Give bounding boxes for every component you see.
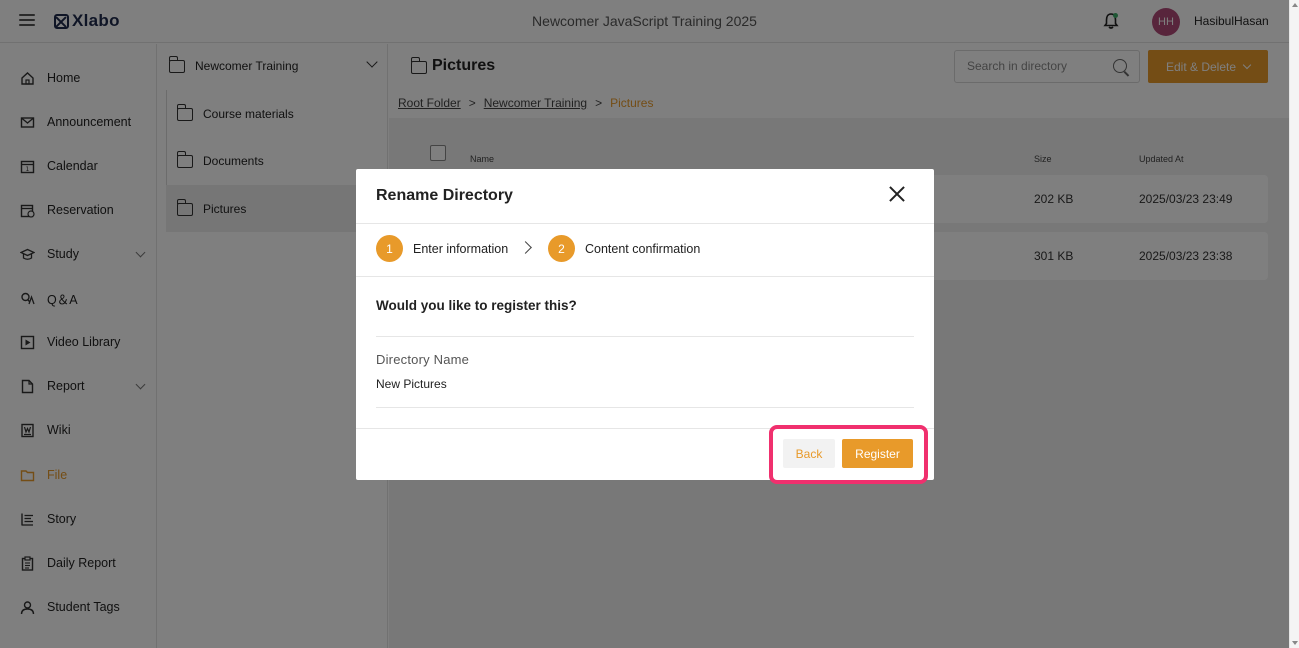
- divider: [376, 407, 914, 408]
- step-label: Enter information: [413, 241, 509, 256]
- step-enter-information: 1 Enter information: [376, 235, 508, 262]
- directory-name-value: New Pictures: [376, 377, 447, 391]
- directory-name-label: Directory Name: [376, 352, 470, 367]
- divider: [356, 223, 934, 224]
- divider: [376, 336, 914, 337]
- page-scrollbar[interactable]: [1289, 0, 1299, 648]
- step-label: Content confirmation: [585, 241, 701, 256]
- chevron-right-icon: [519, 241, 532, 254]
- dialog-title: Rename Directory: [376, 187, 513, 204]
- step-number: 1: [376, 235, 403, 262]
- scroll-up-icon[interactable]: [1292, 3, 1298, 7]
- step-content-confirmation: 2 Content confirmation: [548, 235, 700, 262]
- scroll-down-icon[interactable]: [1292, 641, 1298, 645]
- confirmation-question: Would you like to register this?: [376, 298, 577, 313]
- step-number: 2: [548, 235, 575, 262]
- close-icon[interactable]: [888, 185, 906, 203]
- divider: [356, 276, 934, 277]
- highlight-box: [769, 425, 928, 484]
